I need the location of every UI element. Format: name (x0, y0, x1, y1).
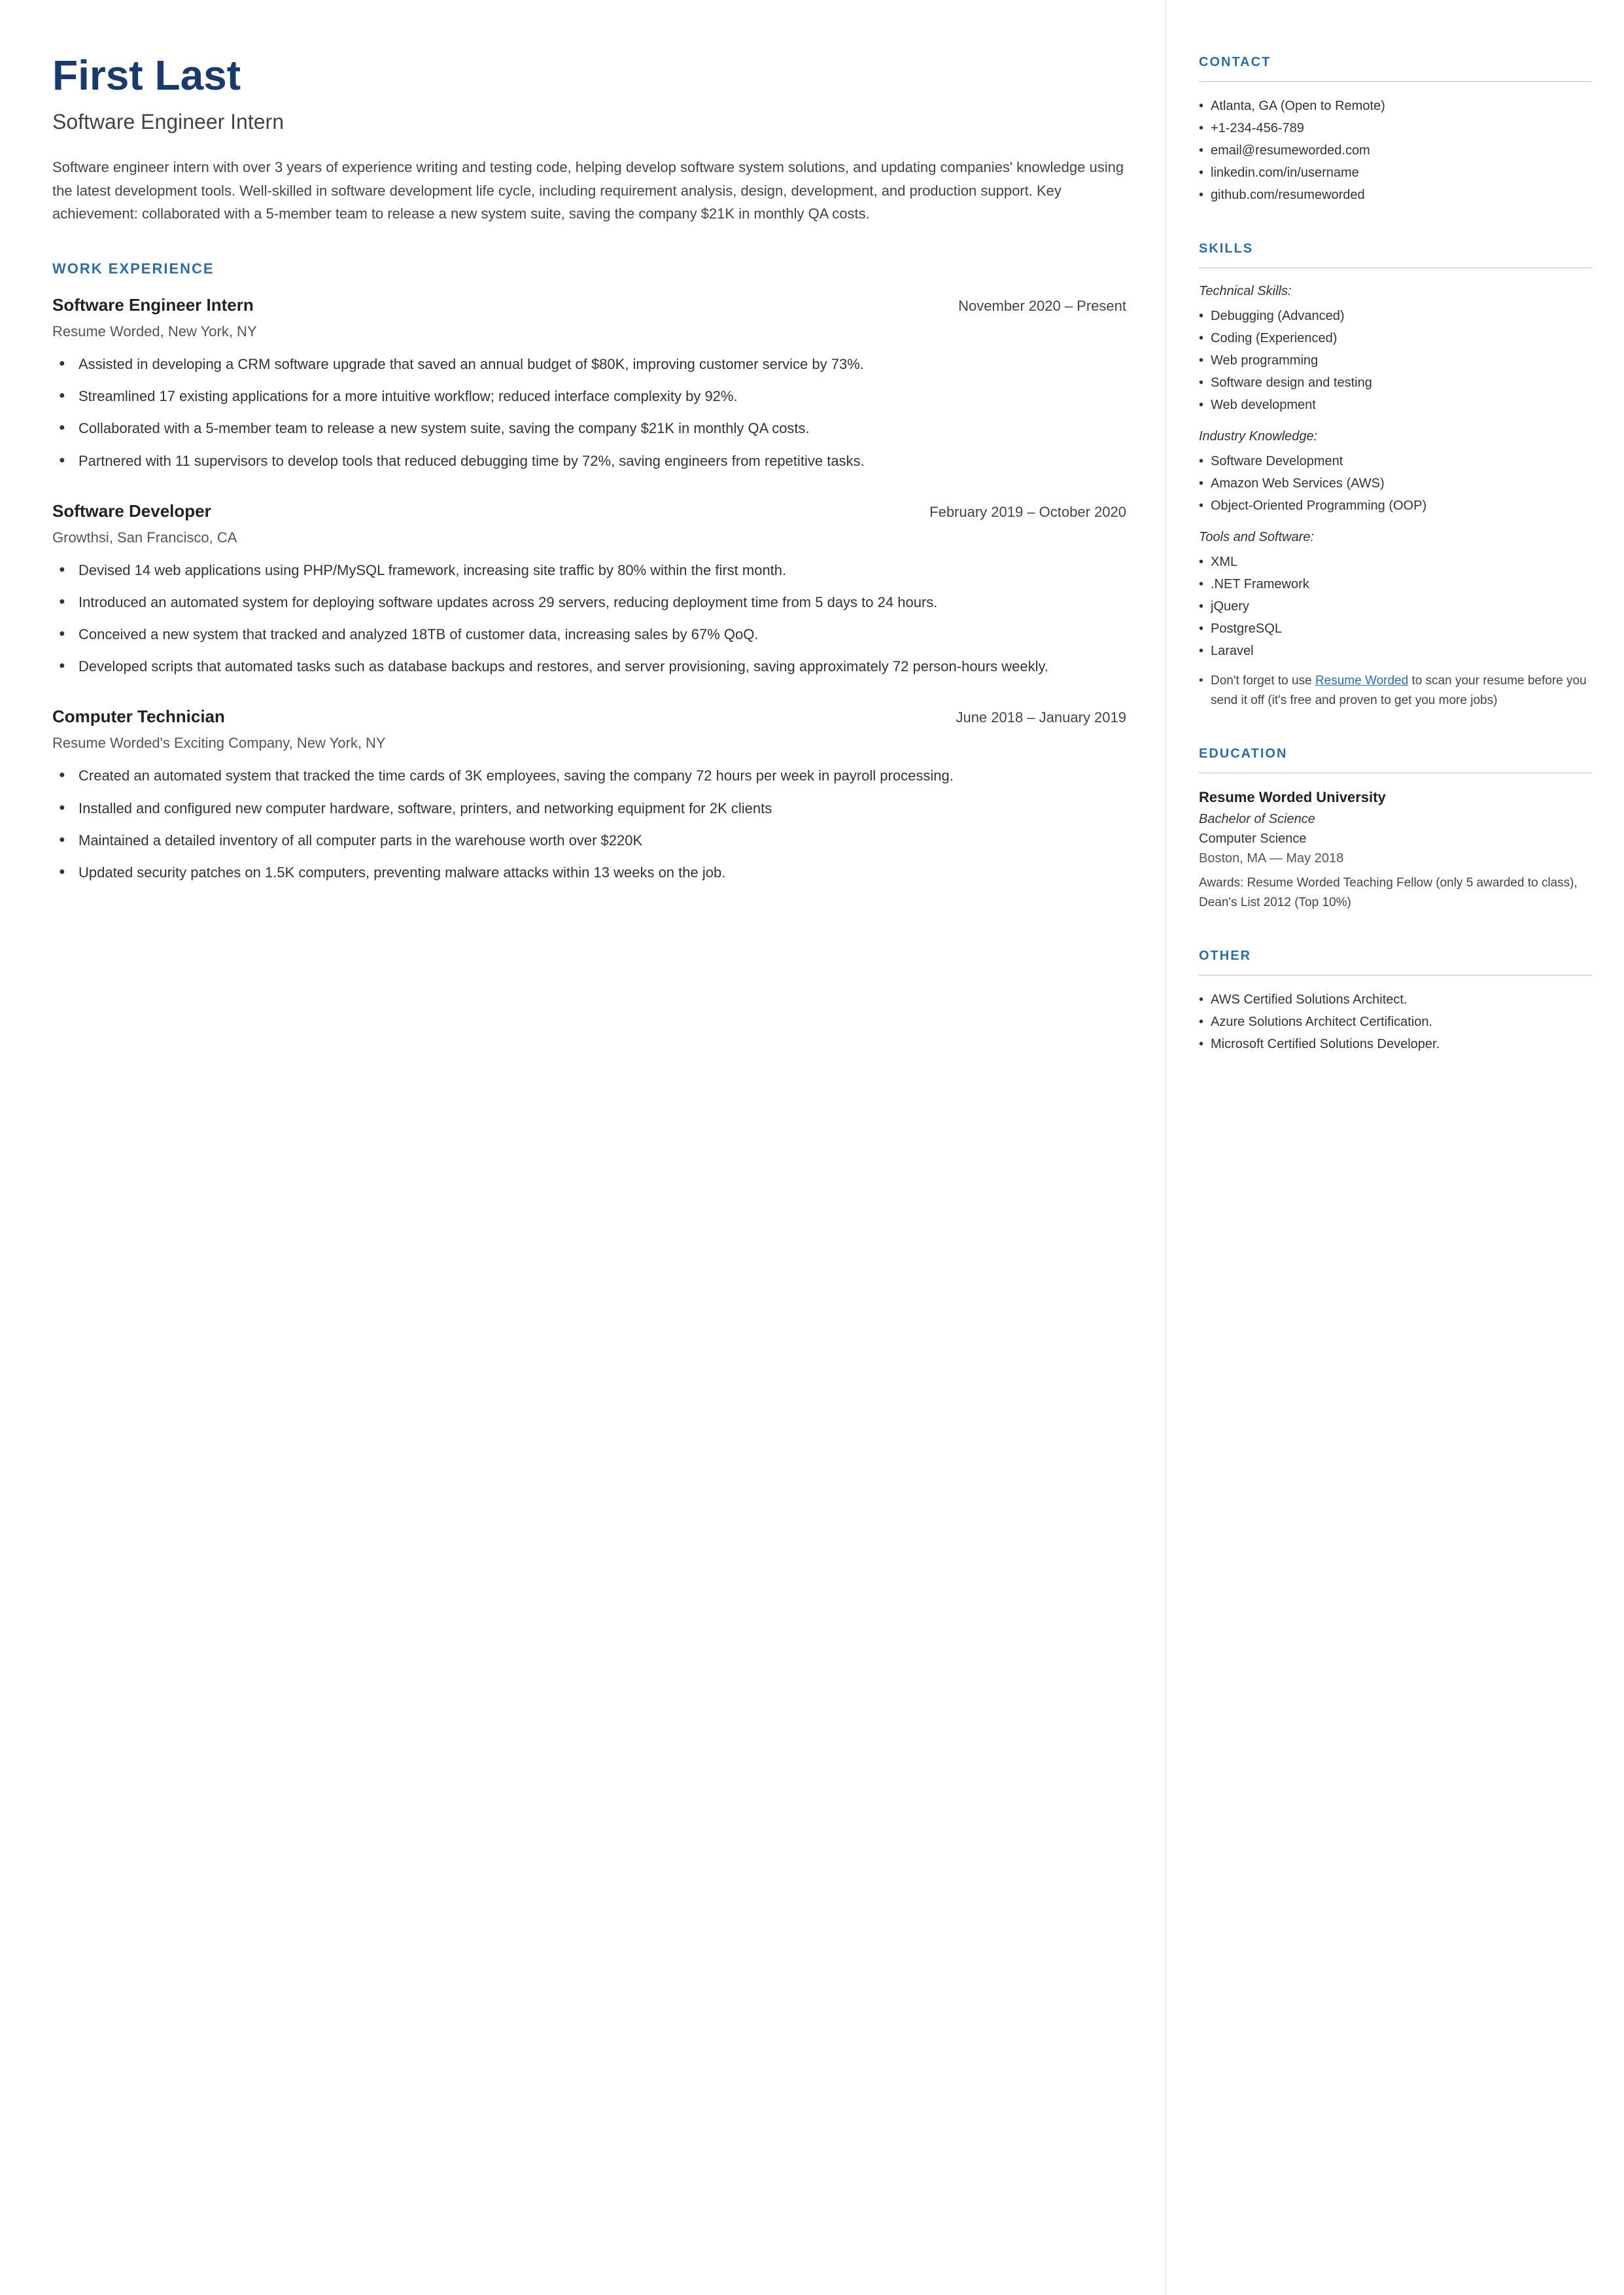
job-company-3: Resume Worded's Exciting Company, New Yo… (52, 732, 1126, 754)
skill-2-1: .NET Framework (1199, 573, 1591, 595)
job-bullet-2-1: Devised 14 web applications using PHP/My… (59, 559, 1126, 582)
skill-0-4: Web development (1199, 394, 1591, 416)
job-title-1: Software Engineer Intern (52, 292, 254, 318)
edu-field-0: Computer Science (1199, 829, 1591, 849)
job-bullets-2: Devised 14 web applications using PHP/My… (59, 559, 1126, 678)
edu-awards-0: Awards: Resume Worded Teaching Fellow (o… (1199, 873, 1591, 913)
skill-2-4: Laravel (1199, 640, 1591, 662)
other-header: OTHER (1199, 946, 1591, 966)
job-bullet-3-1: Created an automated system that tracked… (59, 764, 1126, 787)
skill-0-0: Debugging (Advanced) (1199, 305, 1591, 327)
skill-category-1: Industry Knowledge: (1199, 427, 1591, 446)
work-experience-section: WORK EXPERIENCE Software Engineer Intern… (52, 258, 1126, 884)
job-bullets-3: Created an automated system that tracked… (59, 764, 1126, 884)
job-bullet-2-3: Conceived a new system that tracked and … (59, 623, 1126, 646)
other-item-2: Microsoft Certified Solutions Developer. (1199, 1033, 1591, 1055)
resume-page: First Last Software Engineer Intern Soft… (0, 0, 1624, 2295)
edu-degree-0: Bachelor of Science (1199, 809, 1591, 829)
job-dates-2: February 2019 – October 2020 (929, 501, 1126, 523)
skill-category-2: Tools and Software: (1199, 527, 1591, 547)
edu-location-date-0: Boston, MA — May 2018 (1199, 849, 1591, 868)
candidate-title: Software Engineer Intern (52, 106, 1126, 137)
job-bullet-2-2: Introduced an automated system for deplo… (59, 591, 1126, 614)
resume-worded-link[interactable]: Resume Worded (1315, 674, 1408, 688)
skills-section: SKILLS Technical Skills: Debugging (Adva… (1199, 239, 1591, 711)
skill-2-2: jQuery (1199, 595, 1591, 618)
skill-1-2: Object-Oriented Programming (OOP) (1199, 495, 1591, 517)
job-header-3: Computer Technician June 2018 – January … (52, 704, 1126, 729)
skill-0-2: Web programming (1199, 349, 1591, 372)
contact-section: CONTACT Atlanta, GA (Open to Remote) +1-… (1199, 52, 1591, 206)
job-bullet-3-3: Maintained a detailed inventory of all c… (59, 829, 1126, 852)
left-column: First Last Software Engineer Intern Soft… (0, 0, 1166, 2295)
job-title-3: Computer Technician (52, 704, 225, 729)
job-bullet-1-1: Assisted in developing a CRM software up… (59, 353, 1126, 376)
job-block-3: Computer Technician June 2018 – January … (52, 704, 1126, 884)
work-experience-header: WORK EXPERIENCE (52, 258, 1126, 279)
job-company-1: Resume Worded, New York, NY (52, 321, 1126, 342)
contact-list: Atlanta, GA (Open to Remote) +1-234-456-… (1199, 95, 1591, 206)
job-bullets-1: Assisted in developing a CRM software up… (59, 353, 1126, 472)
job-dates-3: June 2018 – January 2019 (956, 707, 1126, 728)
other-list: AWS Certified Solutions Architect. Azure… (1199, 989, 1591, 1055)
job-bullet-3-4: Updated security patches on 1.5K compute… (59, 861, 1126, 884)
scan-tip-pre: Don't forget to use (1211, 674, 1315, 688)
skill-0-3: Software design and testing (1199, 372, 1591, 394)
job-bullet-3-2: Installed and configured new computer ha… (59, 797, 1126, 820)
scan-tip: Don't forget to use Resume Worded to sca… (1199, 671, 1591, 711)
education-header: EDUCATION (1199, 744, 1591, 763)
candidate-name: First Last (52, 52, 1126, 98)
skill-list-2: XML .NET Framework jQuery PostgreSQL Lar… (1199, 551, 1591, 662)
skill-1-1: Amazon Web Services (AWS) (1199, 472, 1591, 495)
other-item-0: AWS Certified Solutions Architect. (1199, 989, 1591, 1011)
contact-item-4: github.com/resumeworded (1199, 184, 1591, 206)
other-section: OTHER AWS Certified Solutions Architect.… (1199, 946, 1591, 1055)
job-bullet-1-4: Partnered with 11 supervisors to develop… (59, 449, 1126, 472)
job-bullet-1-2: Streamlined 17 existing applications for… (59, 385, 1126, 408)
job-company-2: Growthsi, San Francisco, CA (52, 527, 1126, 548)
edu-block-0: Resume Worded University Bachelor of Sci… (1199, 786, 1591, 913)
edu-school-0: Resume Worded University (1199, 786, 1591, 808)
job-bullet-1-3: Collaborated with a 5-member team to rel… (59, 417, 1126, 440)
contact-header: CONTACT (1199, 52, 1591, 72)
contact-item-2: email@resumeworded.com (1199, 139, 1591, 162)
job-bullet-2-4: Developed scripts that automated tasks s… (59, 655, 1126, 678)
skill-list-1: Software Development Amazon Web Services… (1199, 450, 1591, 517)
contact-item-3: linkedin.com/in/username (1199, 162, 1591, 184)
job-block-1: Software Engineer Intern November 2020 –… (52, 292, 1126, 472)
skill-list-0: Debugging (Advanced) Coding (Experienced… (1199, 305, 1591, 416)
right-column: CONTACT Atlanta, GA (Open to Remote) +1-… (1166, 0, 1624, 2295)
job-header-1: Software Engineer Intern November 2020 –… (52, 292, 1126, 318)
contact-item-1: +1-234-456-789 (1199, 117, 1591, 139)
job-title-2: Software Developer (52, 499, 211, 524)
skill-2-3: PostgreSQL (1199, 618, 1591, 640)
contact-divider (1199, 81, 1591, 82)
other-item-1: Azure Solutions Architect Certification. (1199, 1011, 1591, 1033)
candidate-summary: Software engineer intern with over 3 yea… (52, 156, 1126, 225)
contact-item-0: Atlanta, GA (Open to Remote) (1199, 95, 1591, 117)
job-header-2: Software Developer February 2019 – Octob… (52, 499, 1126, 524)
education-section: EDUCATION Resume Worded University Bache… (1199, 744, 1591, 913)
skill-2-0: XML (1199, 551, 1591, 573)
skill-category-0: Technical Skills: (1199, 281, 1591, 301)
skills-header: SKILLS (1199, 239, 1591, 258)
skill-0-1: Coding (Experienced) (1199, 327, 1591, 349)
skill-1-0: Software Development (1199, 450, 1591, 472)
job-block-2: Software Developer February 2019 – Octob… (52, 499, 1126, 678)
job-dates-1: November 2020 – Present (958, 295, 1126, 317)
